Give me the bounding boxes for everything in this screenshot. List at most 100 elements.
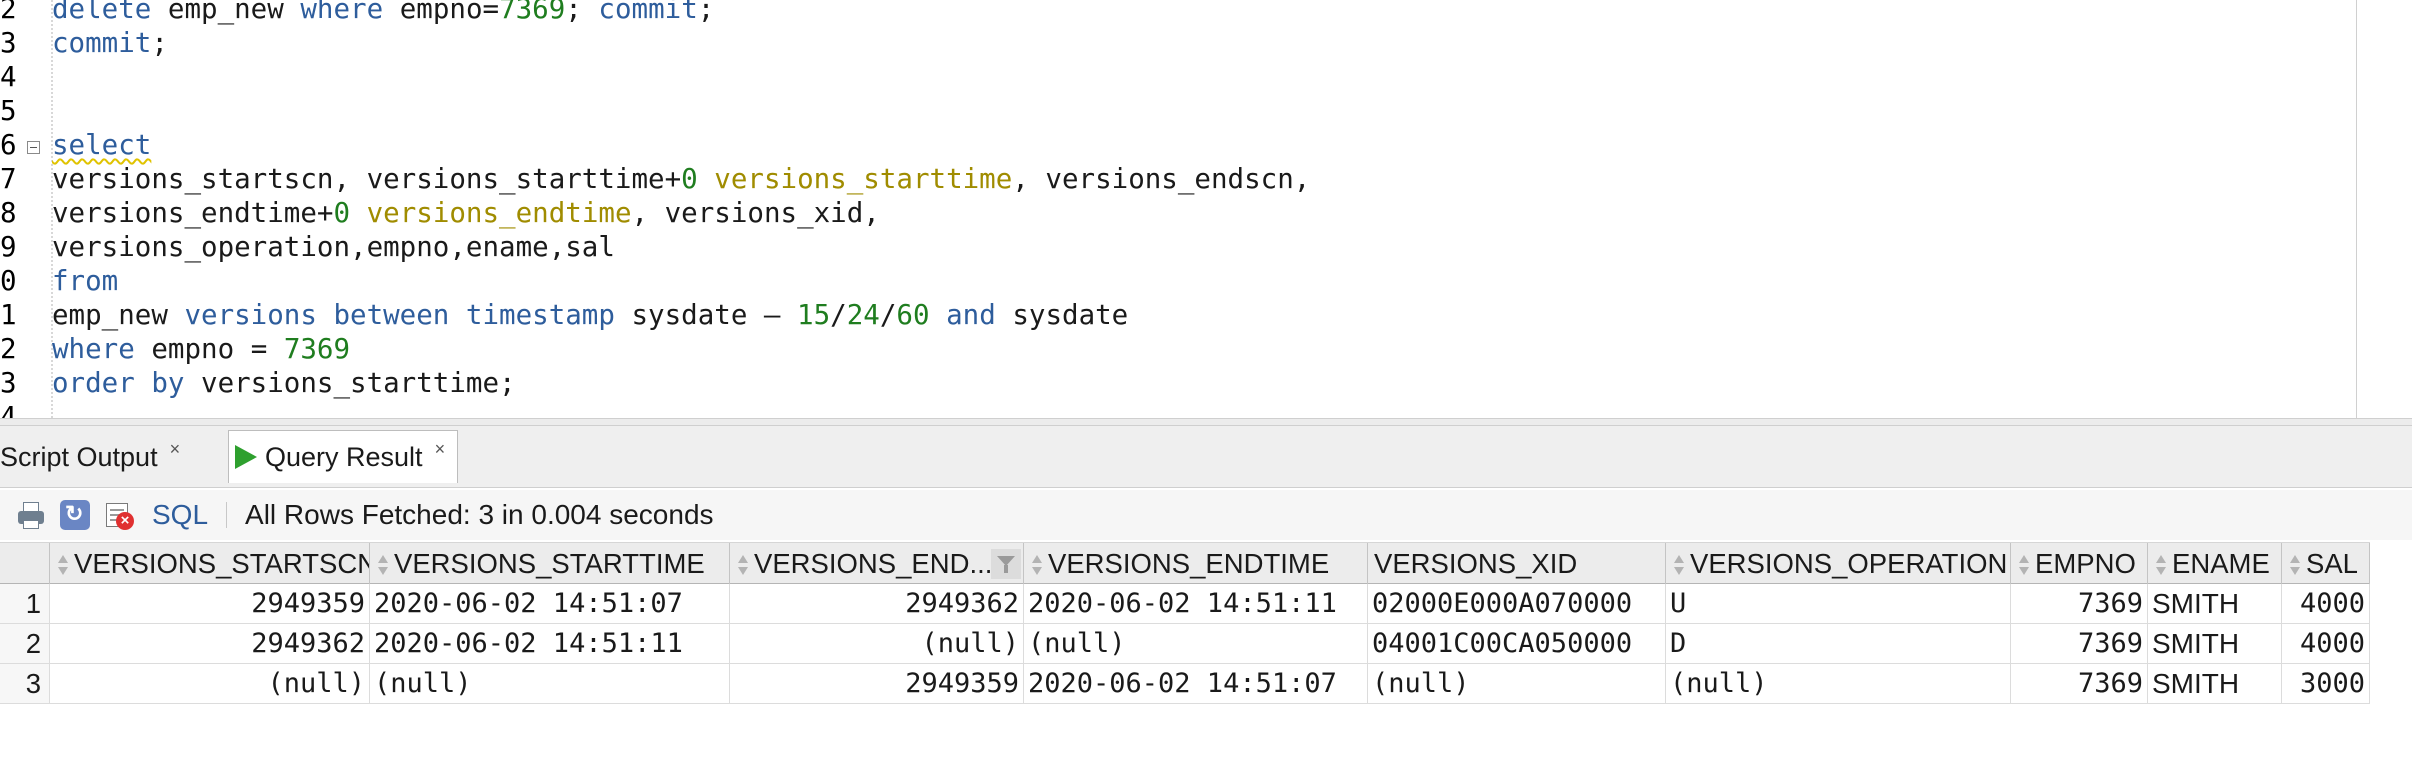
code-text: where empno = 7369 — [52, 333, 351, 365]
table-cell[interactable]: SMITH — [2148, 624, 2282, 663]
tab-script-output[interactable]: Script Output × — [0, 436, 180, 478]
table-cell[interactable]: (null) — [370, 664, 730, 703]
sort-icon[interactable] — [376, 553, 390, 579]
table-cell[interactable]: 2020-06-02 14:51:11 — [370, 624, 730, 663]
table-cell[interactable]: 2020-06-02 14:51:11 — [1024, 584, 1368, 623]
table-cell[interactable]: 4000 — [2282, 624, 2370, 663]
row-number[interactable]: 3 — [0, 664, 50, 703]
table-cell[interactable]: 2949362 — [730, 584, 1024, 623]
code-text: versions_startscn, versions_starttime+0 … — [52, 163, 1311, 195]
fetch-status: All Rows Fetched: 3 in 0.004 seconds — [245, 499, 714, 530]
column-header[interactable]: VERSIONS_XID — [1368, 543, 1666, 584]
result-toolbar: ↻ × SQL All Rows Fetched: 3 in 0.004 sec… — [0, 490, 2412, 540]
table-cell[interactable]: (null) — [1666, 664, 2011, 703]
column-header-label: ENAME — [2172, 548, 2270, 579]
line-number: 2 — [0, 333, 17, 365]
code-text: delete emp_new where empno=7369; commit; — [52, 0, 715, 25]
table-cell[interactable]: U — [1666, 584, 2011, 623]
column-header-label: VERSIONS_END... — [754, 548, 993, 579]
clear-results-icon[interactable]: × — [104, 500, 134, 530]
sort-icon[interactable] — [2288, 553, 2302, 579]
table-cell[interactable]: 2020-06-02 14:51:07 — [370, 584, 730, 623]
column-header-label: VERSIONS_ENDTIME — [1048, 548, 1330, 579]
code-text: from — [52, 265, 119, 297]
tab-query-result[interactable]: Query Result × — [228, 430, 459, 483]
line-number: 7 — [0, 163, 17, 195]
column-header-label: VERSIONS_STARTSCN — [74, 548, 370, 579]
column-header[interactable]: SAL — [2282, 543, 2370, 584]
tab-script-output-label: Script Output — [0, 441, 158, 472]
column-header-label: VERSIONS_XID — [1374, 548, 1578, 579]
table-cell[interactable]: 04001C00CA050000 — [1368, 624, 1666, 663]
fold-toggle-icon[interactable] — [27, 141, 40, 154]
table-cell[interactable]: 7369 — [2011, 584, 2148, 623]
refresh-icon[interactable]: ↻ — [60, 500, 90, 530]
line-number: 8 — [0, 197, 17, 229]
table-cell[interactable]: 2949362 — [50, 624, 370, 663]
table-row[interactable]: 3 (null) (null) 2949359 2020-06-02 14:51:07(… — [0, 664, 2370, 704]
code-text: emp_new versions between timestamp sysda… — [52, 299, 1129, 331]
column-header[interactable]: ENAME — [2148, 543, 2282, 584]
close-icon[interactable]: × — [170, 439, 181, 460]
table-cell[interactable]: D — [1666, 624, 2011, 663]
code-text: select — [52, 129, 152, 161]
table-cell[interactable]: 2949359 — [730, 664, 1024, 703]
table-cell[interactable]: 7369 — [2011, 624, 2148, 663]
code-text: order by versions_starttime; — [52, 367, 516, 399]
table-cell[interactable]: SMITH — [2148, 664, 2282, 703]
row-number[interactable]: 2 — [0, 624, 50, 663]
sort-icon[interactable] — [2017, 553, 2031, 579]
grid-corner — [0, 543, 50, 584]
column-header-label: VERSIONS_OPERATION — [1690, 548, 2008, 579]
table-cell[interactable]: 3000 — [2282, 664, 2370, 703]
column-header[interactable]: VERSIONS_ENDTIME — [1024, 543, 1368, 584]
table-cell[interactable]: 02000E000A070000 — [1368, 584, 1666, 623]
row-number[interactable]: 1 — [0, 584, 50, 623]
splitter[interactable] — [0, 418, 2412, 426]
sql-editor[interactable]: 2 delete emp_new where empno=7369; commit… — [0, 0, 2412, 418]
line-number: 1 — [0, 299, 17, 331]
close-icon[interactable]: × — [435, 439, 446, 460]
column-header[interactable]: VERSIONS_END... — [730, 543, 1024, 584]
sort-icon[interactable] — [1030, 553, 1044, 579]
line-number: 5 — [0, 95, 17, 127]
output-tab-bar: Script Output × Query Result × — [0, 426, 2412, 488]
table-cell[interactable]: (null) — [1024, 624, 1368, 663]
sort-icon[interactable] — [2154, 553, 2168, 579]
line-number: 9 — [0, 231, 17, 263]
column-header[interactable]: VERSIONS_STARTSCN — [50, 543, 370, 584]
line-number: 0 — [0, 265, 17, 297]
column-header-label: SAL — [2306, 548, 2358, 579]
table-cell[interactable]: 2949359 — [50, 584, 370, 623]
filter-icon[interactable] — [991, 549, 1021, 579]
code-text: versions_operation,empno,ename,sal — [52, 231, 615, 263]
table-cell[interactable]: (null) — [1368, 664, 1666, 703]
table-row[interactable]: 2 2949362 2020-06-02 14:51:11 (null) (null) 0… — [0, 624, 2370, 664]
column-header-label: EMPNO — [2035, 548, 2136, 579]
table-row[interactable]: 1 2949359 2020-06-02 14:51:07 2949362 2020-0… — [0, 584, 2370, 624]
editor-scrollbar-edge — [2356, 0, 2357, 418]
line-number: 2 — [0, 0, 17, 25]
line-number: 3 — [0, 27, 17, 59]
line-number: 4 — [0, 61, 17, 93]
print-icon[interactable] — [16, 500, 46, 530]
line-number: 4 — [0, 401, 17, 418]
sql-button[interactable]: SQL — [152, 499, 208, 531]
table-cell[interactable]: 2020-06-02 14:51:07 — [1024, 664, 1368, 703]
table-cell[interactable]: (null) — [730, 624, 1024, 663]
column-header[interactable]: VERSIONS_STARTTIME — [370, 543, 730, 584]
column-header[interactable]: EMPNO — [2011, 543, 2148, 584]
tab-query-result-label: Query Result — [265, 441, 423, 472]
table-cell[interactable]: 7369 — [2011, 664, 2148, 703]
table-cell[interactable]: (null) — [50, 664, 370, 703]
sort-icon[interactable] — [56, 553, 70, 579]
sort-icon[interactable] — [736, 553, 750, 579]
grid-header: VERSIONS_STARTSCN VERSIONS_STARTTIME VERSI… — [0, 542, 2370, 584]
toolbar-separator — [226, 502, 228, 528]
line-number: 6 — [0, 129, 17, 161]
sort-icon[interactable] — [1672, 553, 1686, 579]
code-text: commit; — [52, 27, 168, 59]
table-cell[interactable]: SMITH — [2148, 584, 2282, 623]
column-header[interactable]: VERSIONS_OPERATION — [1666, 543, 2011, 584]
table-cell[interactable]: 4000 — [2282, 584, 2370, 623]
